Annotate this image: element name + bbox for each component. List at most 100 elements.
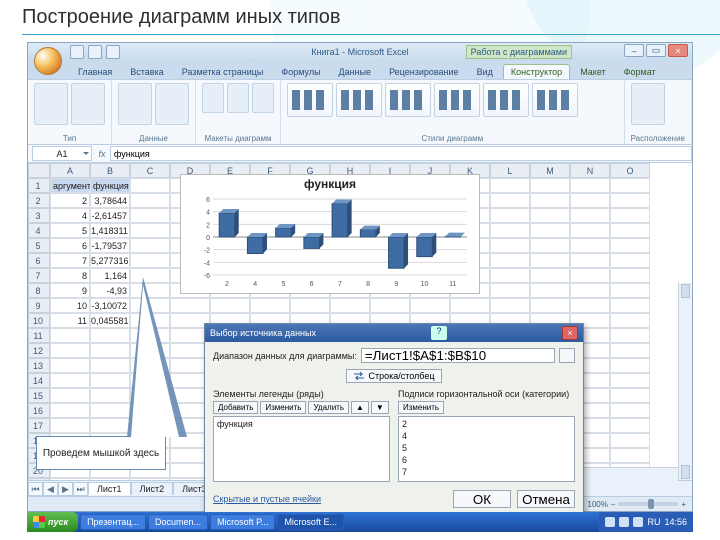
column-header[interactable]: C xyxy=(130,163,170,178)
ribbon-group-label: Данные xyxy=(118,134,189,143)
quick-access-toolbar[interactable] xyxy=(70,45,120,59)
series-down-icon[interactable]: ▼ xyxy=(371,401,389,414)
chart-title: функция xyxy=(181,177,479,191)
zoom-control[interactable]: 100% –+ xyxy=(587,500,686,509)
chart-style-option[interactable] xyxy=(483,83,529,117)
qat-undo-icon[interactable] xyxy=(88,45,102,59)
fx-icon[interactable]: fx xyxy=(94,149,110,159)
column-header[interactable]: L xyxy=(490,163,530,178)
tab-view[interactable]: Вид xyxy=(469,64,501,79)
taskbar-item[interactable]: Презентац... xyxy=(80,514,146,530)
list-item[interactable]: 6 xyxy=(402,454,571,466)
taskbar-item[interactable]: Documen... xyxy=(148,514,208,530)
column-header[interactable] xyxy=(28,163,50,178)
series-list[interactable]: функция xyxy=(213,416,390,482)
column-header[interactable]: N xyxy=(570,163,610,178)
tab-home[interactable]: Главная xyxy=(70,64,120,79)
change-chart-type-button[interactable] xyxy=(34,83,68,125)
tray-icon[interactable] xyxy=(619,517,629,527)
range-input[interactable] xyxy=(361,348,555,363)
clock[interactable]: 14:56 xyxy=(664,517,687,527)
sheet-nav-last-icon[interactable]: ⏭ xyxy=(73,482,88,496)
column-header[interactable]: B xyxy=(90,163,130,178)
language-indicator[interactable]: RU xyxy=(647,517,660,527)
series-header: Элементы легенды (ряды) xyxy=(213,389,390,399)
column-header[interactable]: A xyxy=(50,163,90,178)
maximize-button[interactable]: ▭ xyxy=(646,44,666,57)
tray-icon[interactable] xyxy=(633,517,643,527)
tab-pagelayout[interactable]: Разметка страницы xyxy=(174,64,272,79)
office-button[interactable] xyxy=(34,47,62,75)
chart-style-option[interactable] xyxy=(336,83,382,117)
tab-data[interactable]: Данные xyxy=(331,64,380,79)
ribbon-group-data: Данные xyxy=(112,80,196,144)
qat-redo-icon[interactable] xyxy=(106,45,120,59)
hidden-cells-link[interactable]: Скрытые и пустые ячейки xyxy=(213,494,321,504)
chart-style-option[interactable] xyxy=(434,83,480,117)
column-header[interactable]: O xyxy=(610,163,650,178)
sheet-nav-next-icon[interactable]: ▶ xyxy=(58,482,73,496)
swap-row-col-button[interactable]: Строка/столбец xyxy=(346,369,441,383)
series-edit-button[interactable]: Изменить xyxy=(260,401,306,414)
sheet-nav-first-icon[interactable]: ⏮ xyxy=(28,482,43,496)
svg-text:-4: -4 xyxy=(204,260,210,267)
tray-icon[interactable] xyxy=(605,517,615,527)
chart-style-option[interactable] xyxy=(385,83,431,117)
select-data-dialog: Выбор источника данных ? × Диапазон данн… xyxy=(204,323,584,517)
svg-text:4: 4 xyxy=(206,210,210,217)
tab-review[interactable]: Рецензирование xyxy=(381,64,467,79)
embedded-chart[interactable]: функция -6-4-2024624567891011 xyxy=(180,174,480,294)
ok-button[interactable]: ОК xyxy=(453,490,511,508)
chart-layout-option[interactable] xyxy=(227,83,249,113)
ribbon-group-label: Расположение xyxy=(631,134,685,143)
list-item[interactable]: 2 xyxy=(402,418,571,430)
categories-edit-button[interactable]: Изменить xyxy=(398,401,444,414)
dialog-close-button[interactable]: × xyxy=(562,326,578,340)
chart-layout-option[interactable] xyxy=(202,83,224,113)
select-data-button[interactable] xyxy=(155,83,189,125)
ribbon-group-layouts: Макеты диаграмм xyxy=(196,80,281,144)
minimize-button[interactable]: – xyxy=(624,44,644,57)
tab-layout[interactable]: Макет xyxy=(572,64,613,79)
chart-layout-option[interactable] xyxy=(252,83,274,113)
list-item[interactable]: 4 xyxy=(402,430,571,442)
tab-constructor[interactable]: Конструктор xyxy=(503,64,570,79)
series-add-button[interactable]: Добавить xyxy=(213,401,258,414)
taskbar-item[interactable]: Microsoft E... xyxy=(277,514,344,530)
tab-insert[interactable]: Вставка xyxy=(122,64,171,79)
vertical-scrollbar[interactable] xyxy=(678,283,692,480)
range-picker-icon[interactable] xyxy=(559,348,575,363)
qat-save-icon[interactable] xyxy=(70,45,84,59)
dialog-titlebar[interactable]: Выбор источника данных ? × xyxy=(205,324,583,342)
sheet-nav-prev-icon[interactable]: ◀ xyxy=(43,482,58,496)
svg-text:9: 9 xyxy=(394,281,398,288)
series-delete-button[interactable]: Удалить xyxy=(308,401,349,414)
categories-list[interactable]: 24567 xyxy=(398,416,575,482)
system-tray[interactable]: RU 14:56 xyxy=(599,512,693,532)
table-row[interactable]: 910-3,10072 xyxy=(28,298,650,313)
dialog-help-icon[interactable]: ? xyxy=(431,326,447,340)
cancel-button[interactable]: Отмена xyxy=(517,490,575,508)
switch-row-col-button[interactable] xyxy=(118,83,152,125)
close-button[interactable]: × xyxy=(668,44,688,57)
list-item[interactable]: 7 xyxy=(402,466,571,478)
tab-format[interactable]: Формат xyxy=(616,64,664,79)
name-box[interactable]: A1 xyxy=(32,146,92,161)
save-template-button[interactable] xyxy=(71,83,105,125)
taskbar-item[interactable]: Microsoft P... xyxy=(210,514,275,530)
sheet-tab-1[interactable]: Лист1 xyxy=(88,482,131,495)
chart-style-option[interactable] xyxy=(532,83,578,117)
series-up-icon[interactable]: ▲ xyxy=(351,401,369,414)
svg-text:2: 2 xyxy=(225,281,229,288)
chart-style-option[interactable] xyxy=(287,83,333,117)
sheet-tab-2[interactable]: Лист2 xyxy=(131,482,174,495)
svg-text:0: 0 xyxy=(206,235,210,242)
formula-input[interactable] xyxy=(110,146,692,161)
svg-text:5: 5 xyxy=(281,281,285,288)
list-item[interactable]: 5 xyxy=(402,442,571,454)
column-header[interactable]: M xyxy=(530,163,570,178)
move-chart-button[interactable] xyxy=(631,83,665,125)
start-button[interactable]: пуск xyxy=(27,512,78,532)
tab-formulas[interactable]: Формулы xyxy=(273,64,328,79)
list-item[interactable]: функция xyxy=(217,418,386,430)
